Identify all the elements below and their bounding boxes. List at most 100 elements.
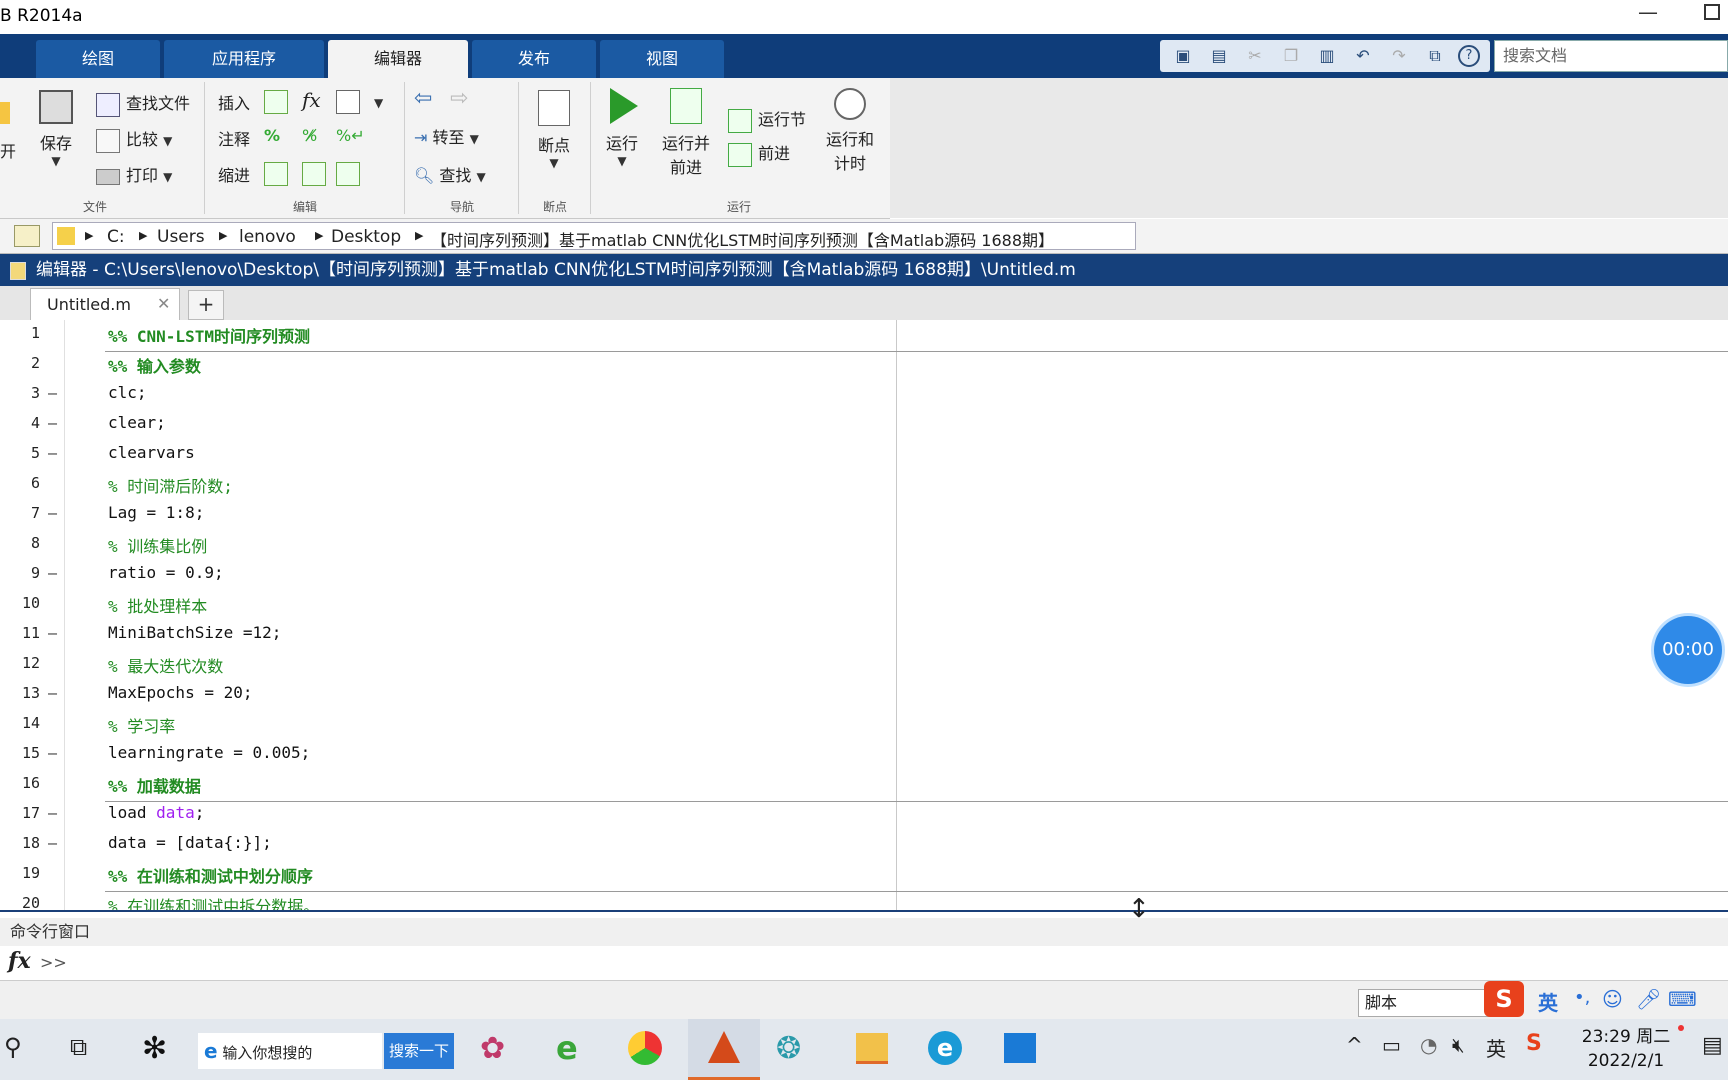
run-button[interactable]: 运行 ▼ — [598, 88, 646, 168]
web-search-input[interactable]: e 输入你想搜的 — [198, 1033, 382, 1069]
code-line[interactable]: load data; — [108, 803, 204, 822]
app-pinwheel-icon[interactable]: ✻ — [142, 1031, 167, 1066]
minimize-button[interactable]: — — [1638, 0, 1658, 24]
code-line[interactable]: % 训练集比例 — [108, 533, 207, 557]
restore-button[interactable] — [1704, 4, 1720, 20]
keyboard-icon[interactable]: ⌨ — [1668, 987, 1697, 1011]
run-and-advance-button[interactable]: 运行并 前进 — [656, 88, 716, 178]
help-icon[interactable]: ? — [1458, 45, 1480, 67]
code-line[interactable]: clear; — [108, 413, 166, 432]
address-bar[interactable]: ▶ C: ▶ Users ▶ lenovo ▶ Desktop ▶ 【时间序列预… — [52, 222, 1136, 250]
app-swirl-icon[interactable]: ❂ — [776, 1031, 801, 1066]
browse-folder-icon[interactable] — [14, 225, 40, 247]
web-search-button[interactable]: 搜索一下 — [384, 1033, 454, 1069]
recording-timer[interactable]: 00:00 — [1654, 616, 1722, 684]
code-line[interactable]: learningrate = 0.005; — [108, 743, 310, 762]
insert-function-icon[interactable]: fx — [302, 88, 321, 112]
breakpoint-marker[interactable]: — — [48, 834, 57, 852]
insert-section-icon[interactable] — [264, 90, 294, 114]
back-arrow-icon[interactable]: ⇦ — [414, 86, 432, 111]
switch-windows-icon[interactable]: ⧉ — [1424, 46, 1446, 66]
code-line[interactable]: clearvars — [108, 443, 195, 462]
code-line[interactable]: ratio = 0.9; — [108, 563, 224, 582]
breakpoint-marker[interactable]: — — [48, 444, 57, 462]
edge-legacy-icon[interactable]: e — [928, 1031, 962, 1065]
volume-muted-icon[interactable]: 🔇︎ — [1452, 1033, 1465, 1057]
tab-plots[interactable]: 绘图 — [36, 40, 160, 78]
command-window[interactable]: fx >> — [0, 946, 1728, 981]
breadcrumb-item[interactable]: Users — [157, 227, 205, 247]
breadcrumb-item[interactable]: 【时间序列预测】基于matlab CNN优化LSTM时间序列预测【含Matlab… — [431, 227, 1054, 251]
breakpoint-marker[interactable]: — — [48, 744, 57, 762]
insert-block-icon[interactable] — [336, 90, 366, 114]
chrome-icon[interactable] — [628, 1031, 662, 1065]
save-icon[interactable]: ▤ — [1208, 46, 1230, 66]
new-script-icon[interactable]: ▣ — [1172, 46, 1194, 66]
redo-icon[interactable]: ↷ — [1388, 46, 1410, 66]
sogou-logo-icon[interactable]: S — [1484, 981, 1524, 1017]
tab-view[interactable]: 视图 — [600, 40, 724, 78]
breakpoint-marker[interactable]: — — [48, 684, 57, 702]
open-button[interactable] — [0, 102, 16, 124]
close-icon[interactable]: ✕ — [157, 294, 170, 313]
emoji-icon[interactable]: ☺ — [1602, 987, 1623, 1011]
breakpoint-marker[interactable]: — — [48, 414, 57, 432]
code-line[interactable]: % 学习率 — [108, 713, 175, 737]
code-line[interactable]: %% 输入参数 — [108, 353, 201, 377]
file-explorer-icon[interactable] — [856, 1033, 888, 1064]
tab-editor[interactable]: 编辑器 — [328, 40, 468, 78]
breakpoints-button[interactable]: 断点 ▼ — [528, 90, 580, 170]
run-section-button[interactable]: 运行节 — [728, 106, 806, 133]
code-line[interactable]: Lag = 1:8; — [108, 503, 204, 522]
comment-icon[interactable]: % — [264, 126, 280, 145]
task-view-icon[interactable]: ⧉ — [70, 1033, 87, 1061]
file-tab[interactable]: Untitled.m ✕ — [30, 288, 180, 320]
code-line[interactable]: MiniBatchSize =12; — [108, 623, 281, 642]
undo-icon[interactable]: ↶ — [1352, 46, 1374, 66]
code-line[interactable]: %% 在训练和测试中划分顺序 — [108, 863, 313, 887]
find-button[interactable]: 🔍︎ 查找 ▼ — [414, 162, 486, 186]
chevron-down-icon[interactable]: ▼ — [374, 92, 383, 111]
code-line[interactable]: %% 加载数据 — [108, 773, 201, 797]
code-line[interactable]: %% CNN-LSTM时间序列预测 — [108, 323, 310, 347]
code-line[interactable]: % 时间滞后阶数; — [108, 473, 233, 497]
breadcrumb-item[interactable]: Desktop — [331, 227, 401, 247]
find-files-button[interactable]: 查找文件 — [96, 90, 190, 117]
chevron-up-icon[interactable]: ^ — [1346, 1033, 1363, 1057]
decrease-indent-icon[interactable] — [336, 162, 366, 186]
compare-button[interactable]: 比较 ▼ — [96, 126, 172, 153]
breakpoint-marker[interactable]: — — [48, 504, 57, 522]
copy-icon[interactable]: ❐ — [1280, 46, 1302, 66]
matlab-taskbar-item[interactable] — [688, 1019, 760, 1080]
increase-indent-icon[interactable] — [302, 162, 332, 186]
wrap-comment-icon[interactable]: %↵ — [336, 126, 365, 145]
sogou-tray-icon[interactable]: S — [1526, 1031, 1542, 1056]
breakpoint-marker[interactable]: — — [48, 804, 57, 822]
code-line[interactable]: data = [data{:}]; — [108, 833, 272, 852]
microphone-icon[interactable]: 🎤︎ — [1636, 987, 1661, 1011]
browser-green-e-icon[interactable]: e — [556, 1029, 578, 1067]
code-line[interactable]: MaxEpochs = 20; — [108, 683, 253, 702]
code-line[interactable]: clc; — [108, 383, 147, 402]
search-icon[interactable]: ⚲ — [4, 1033, 22, 1061]
breakpoint-marker[interactable]: — — [48, 384, 57, 402]
app-flower-icon[interactable]: ✿ — [480, 1031, 505, 1066]
goto-button[interactable]: ⇥ 转至 ▼ — [414, 124, 479, 148]
breakpoint-marker[interactable]: — — [48, 564, 57, 582]
new-tab-button[interactable]: + — [188, 290, 224, 320]
ime-mode-icon[interactable]: 英 — [1486, 1033, 1506, 1062]
breadcrumb-item[interactable]: C: — [107, 227, 125, 247]
network-icon[interactable]: ◔ — [1420, 1033, 1437, 1057]
code-editor[interactable]: 1 %% CNN-LSTM时间序列预测 2 %% 输入参数 3 — clc; 4 — clear;… — [0, 320, 1728, 912]
breadcrumb-item[interactable]: lenovo — [239, 227, 296, 247]
print-button[interactable]: 打印 ▼ — [96, 162, 172, 186]
cut-icon[interactable]: ✂ — [1244, 46, 1266, 66]
tab-apps[interactable]: 应用程序 — [164, 40, 324, 78]
photos-icon[interactable] — [1004, 1033, 1036, 1063]
ime-language-toggle[interactable]: 英 — [1538, 987, 1558, 1016]
paste-icon[interactable]: ▥ — [1316, 46, 1338, 66]
battery-icon[interactable]: ▭ — [1382, 1033, 1401, 1057]
punctuation-icon[interactable]: •, — [1574, 987, 1590, 1008]
action-center-icon[interactable]: ▤ — [1702, 1033, 1723, 1058]
search-docs-input[interactable]: 搜索文档 — [1494, 40, 1728, 72]
